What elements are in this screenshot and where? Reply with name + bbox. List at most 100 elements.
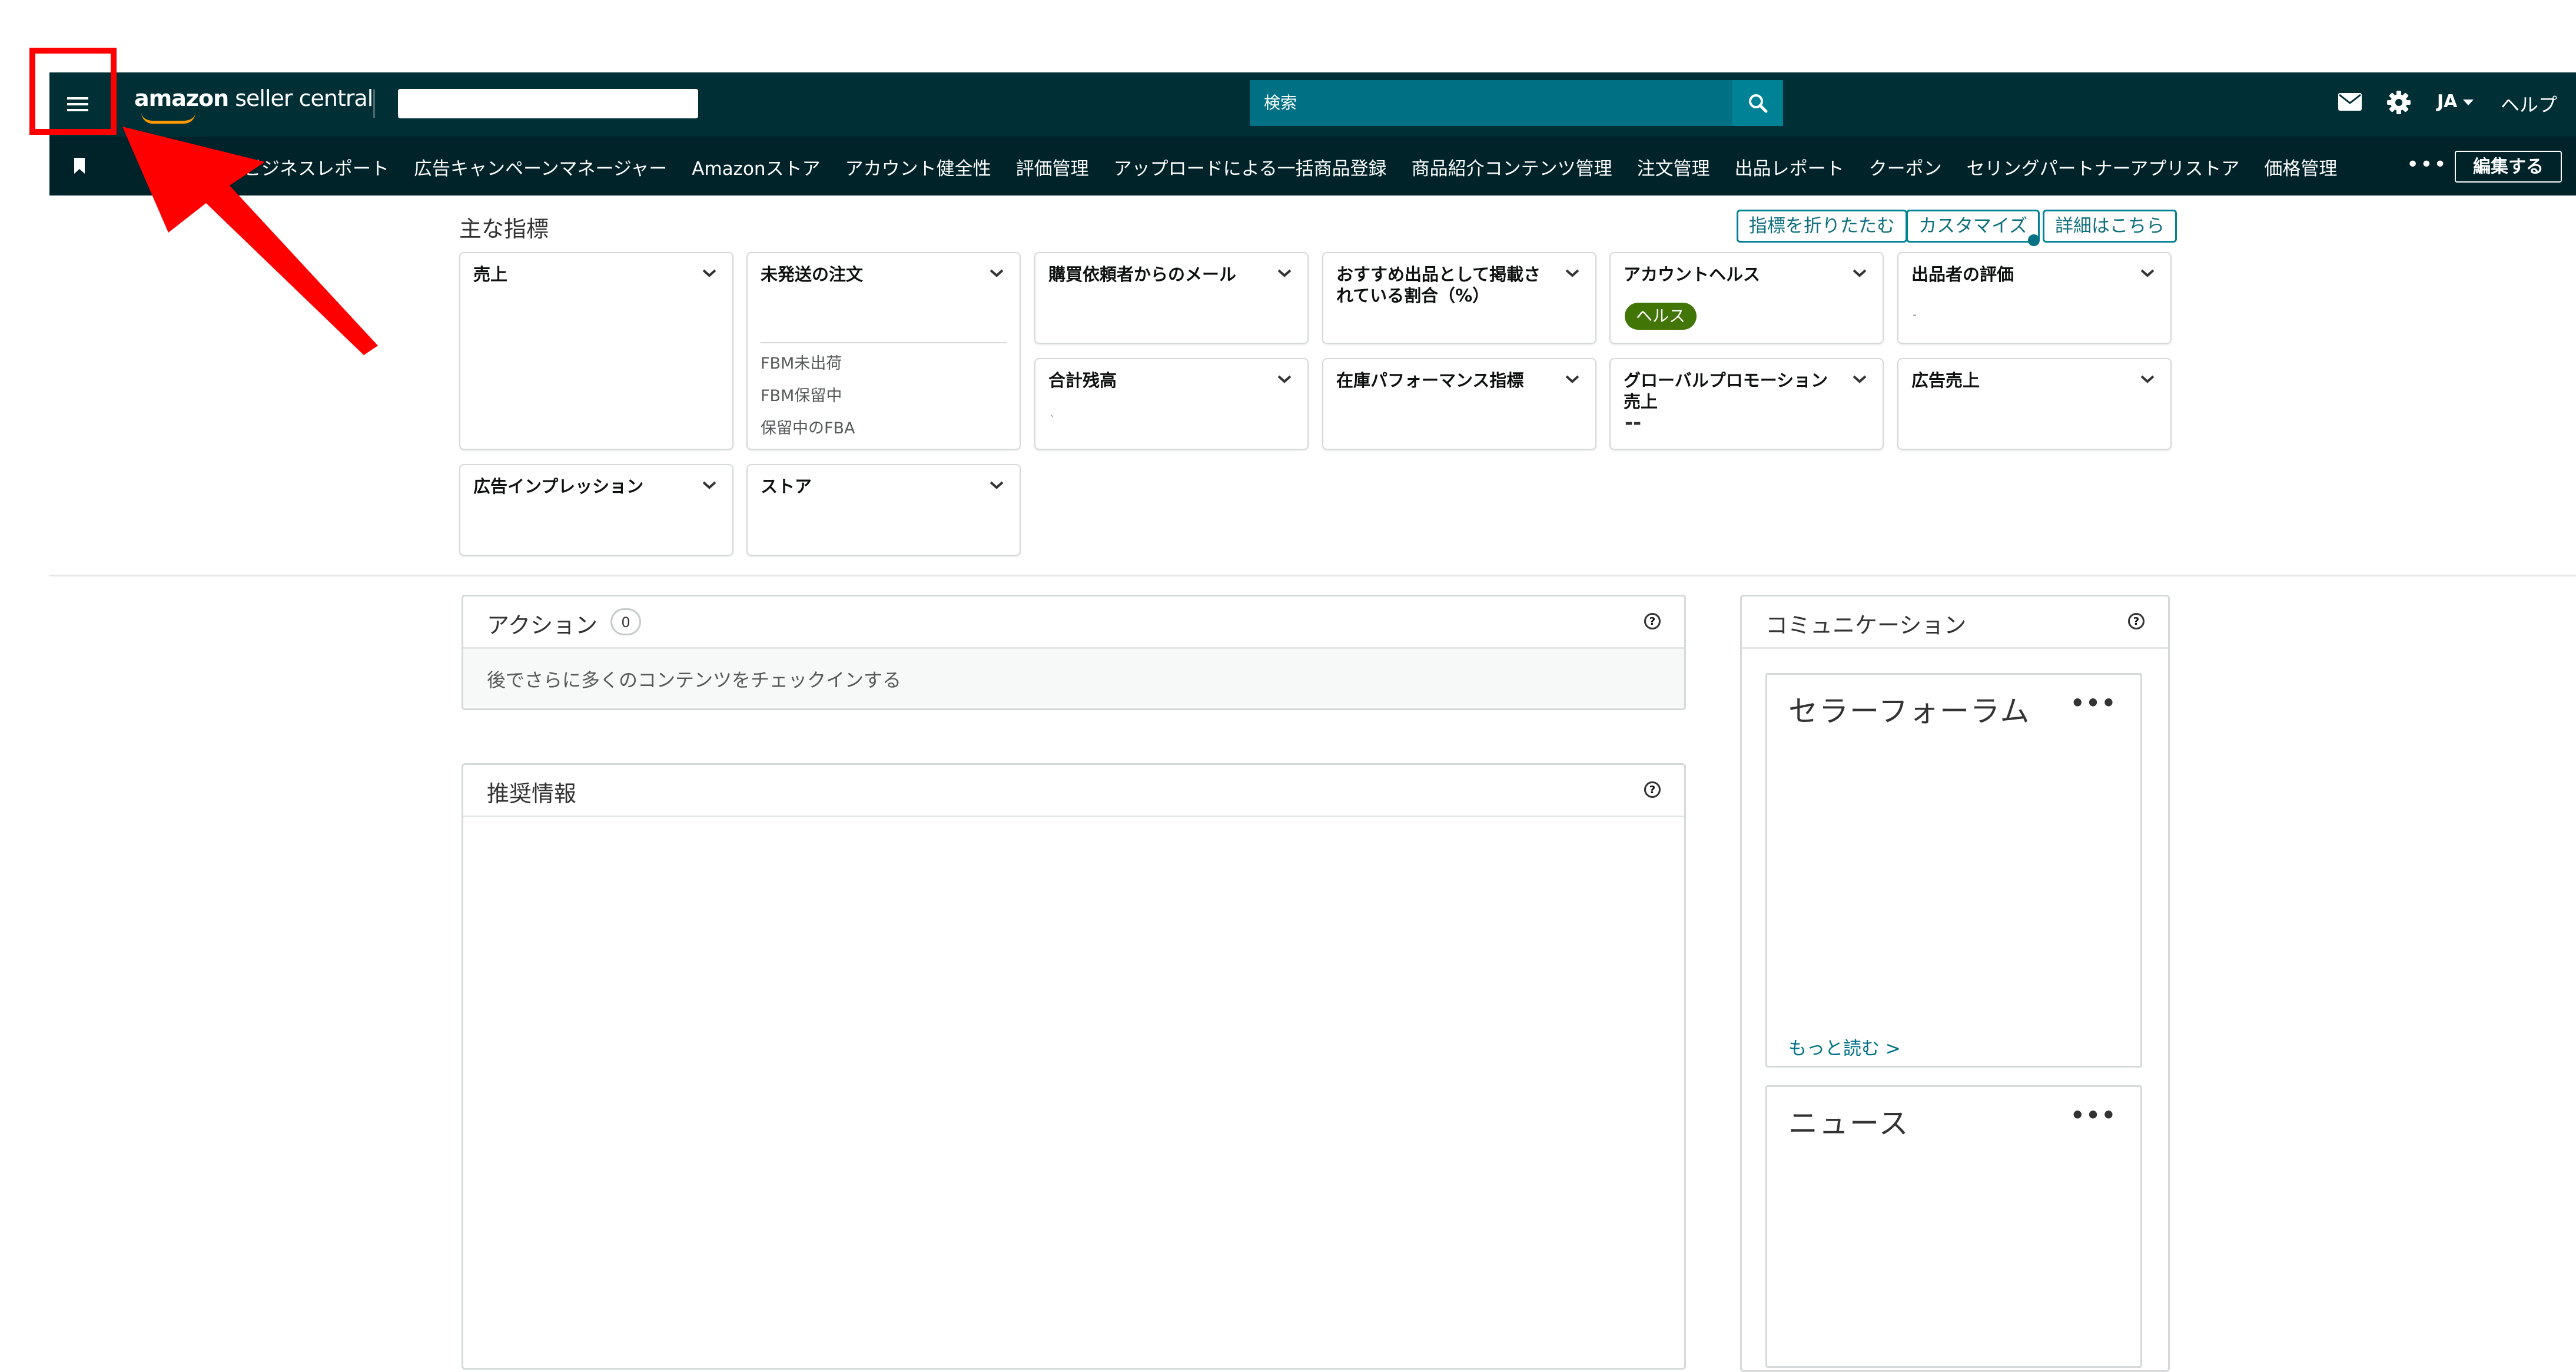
logo-divider — [373, 90, 375, 118]
more-nav-items-button[interactable]: ••• — [2406, 153, 2448, 177]
metric-card-seller-rating[interactable]: 出品者の評価 - — [1897, 252, 2172, 344]
nav-item-order-management[interactable]: 注文管理 — [1637, 154, 1710, 180]
language-label: JA — [2437, 91, 2458, 112]
actions-empty-state: 後でさらに多くのコンテンツをチェックインする — [463, 649, 1684, 707]
amazon-seller-central-logo[interactable]: amazon seller central — [134, 85, 373, 124]
metric-card-sales[interactable]: 売上 — [459, 252, 733, 450]
chevron-down-icon[interactable] — [1565, 269, 1580, 278]
actions-panel-header: アクション 0 ? — [463, 596, 1684, 649]
rating-value: - — [1913, 307, 1917, 322]
chevron-down-icon[interactable] — [1565, 375, 1580, 384]
metric-card-account-health[interactable]: アカウントヘルス ヘルス — [1609, 252, 1884, 344]
metric-title: 広告売上 — [1911, 370, 1980, 390]
search-input[interactable]: 検索 — [1250, 80, 1732, 126]
seller-forum-options-button[interactable]: ••• — [2070, 690, 2117, 716]
caret-down-icon — [2463, 99, 2474, 105]
communication-title: コミュニケーション — [1765, 612, 1967, 638]
key-metrics-title: 主な指標 — [459, 216, 549, 242]
amazon-smile-icon — [141, 112, 195, 124]
marketplace-selector[interactable] — [398, 89, 698, 118]
chevron-down-icon[interactable] — [989, 269, 1004, 278]
fba-pending-label: 保留中のFBA — [761, 419, 855, 438]
chevron-down-icon[interactable] — [2140, 269, 2155, 278]
gear-icon[interactable] — [2386, 90, 2411, 115]
metric-card-buyer-messages[interactable]: 購買依頼者からのメール — [1034, 252, 1309, 344]
metric-card-total-balance[interactable]: 合計残高 ` — [1034, 358, 1309, 450]
fbm-pending-label: FBM保留中 — [761, 387, 842, 405]
chevron-down-icon[interactable] — [1277, 269, 1292, 278]
nav-item-account-health[interactable]: アカウント健全性 — [845, 154, 991, 180]
chevron-down-icon[interactable] — [1852, 269, 1867, 278]
customize-button[interactable]: カスタマイズ — [1906, 210, 2040, 243]
seller-forum-card: セラーフォーラム ••• もっと読む > — [1765, 673, 2142, 1068]
seller-forum-title: セラーフォーラム — [1788, 694, 2031, 728]
communication-panel-header: コミュニケーション ? — [1742, 596, 2168, 649]
highlight-annotation-box — [29, 48, 117, 135]
read-more-link[interactable]: もっと読む > — [1788, 1033, 1901, 1060]
nav-item-feedback-manager[interactable]: 評価管理 — [1016, 154, 1089, 180]
help-icon[interactable]: ? — [1644, 613, 1661, 629]
search-button[interactable] — [1732, 80, 1783, 126]
news-options-button[interactable]: ••• — [2070, 1102, 2117, 1128]
nav-item-bulk-upload[interactable]: アップロードによる一括商品登録 — [1114, 154, 1387, 180]
notification-dot — [2028, 234, 2040, 246]
chevron-down-icon[interactable] — [702, 480, 717, 490]
metric-title: おすすめ出品として掲載されている割合（%） — [1336, 264, 1541, 306]
collapse-metrics-button[interactable]: 指標を折りたたむ — [1737, 210, 1907, 243]
section-divider — [49, 575, 2576, 576]
metric-title: ストア — [761, 476, 812, 496]
metric-card-global-promotion-sales[interactable]: グローバルプロモーション売上 -- — [1609, 358, 1884, 450]
health-status-badge: ヘルス — [1625, 303, 1697, 330]
nav-item-campaign-manager[interactable]: 広告キャンペーンマネージャー — [414, 154, 667, 180]
nav-item-pricing[interactable]: 価格管理 — [2264, 154, 2337, 180]
nav-item-a-plus-content[interactable]: 商品紹介コンテンツ管理 — [1412, 154, 1612, 180]
nav-item-coupons[interactable]: クーポン — [1869, 154, 1942, 180]
logo-rest-text: seller central — [228, 85, 373, 111]
metric-card-ad-impressions[interactable]: 広告インプレッション — [459, 464, 733, 556]
metric-card-unshipped-orders[interactable]: 未発送の注文 FBM未出荷 FBM保留中 保留中のFBA — [746, 252, 1021, 450]
card-divider — [761, 342, 1007, 343]
edit-bookmarks-button[interactable]: 編集する — [2455, 151, 2562, 183]
fbm-unshipped-label: FBM未出荷 — [761, 354, 842, 373]
help-link[interactable]: ヘルプ — [2501, 90, 2557, 117]
metric-title: 出品者の評価 — [1911, 264, 2014, 284]
balance-value: ` — [1050, 413, 1055, 427]
metric-card-featured-offer[interactable]: おすすめ出品として掲載されている割合（%） — [1322, 252, 1596, 344]
learn-more-button[interactable]: 詳細はこちら — [2043, 210, 2177, 243]
bookmark-nav-items: 理 ビジネスレポート 広告キャンペーンマネージャー Amazonストア アカウン… — [200, 154, 2362, 180]
chevron-down-icon[interactable] — [1852, 375, 1867, 384]
metric-title: 在庫パフォーマンス指標 — [1336, 370, 1524, 390]
recommendations-panel: 推奨情報 ? — [462, 763, 1686, 1370]
actions-empty-text: 後でさらに多くのコンテンツをチェックインする — [487, 669, 902, 691]
metric-title: 売上 — [473, 264, 508, 284]
chevron-down-icon[interactable] — [1277, 375, 1292, 384]
logo-main-text: amazon — [134, 85, 229, 111]
metric-card-inventory-performance[interactable]: 在庫パフォーマンス指標 — [1322, 358, 1596, 450]
news-card: ニュース ••• — [1765, 1085, 2142, 1368]
communication-panel: コミュニケーション ? セラーフォーラム ••• もっと読む > ニュース ••… — [1740, 595, 2170, 1372]
help-icon[interactable]: ? — [2128, 613, 2145, 629]
recommendations-title: 推奨情報 — [487, 781, 577, 807]
metric-title: 購買依頼者からのメール — [1048, 264, 1237, 284]
language-selector[interactable]: JA — [2437, 91, 2474, 112]
metric-card-ad-sales[interactable]: 広告売上 — [1897, 358, 2172, 450]
metric-title: 広告インプレッション — [473, 476, 644, 496]
nav-item-amazon-stores[interactable]: Amazonストア — [692, 154, 820, 180]
metric-title: 合計残高 — [1048, 370, 1117, 390]
metric-title: グローバルプロモーション売上 — [1624, 370, 1828, 412]
help-icon[interactable]: ? — [1644, 781, 1661, 798]
actions-count-badge: 0 — [610, 608, 641, 635]
bookmark-icon[interactable] — [73, 158, 86, 174]
chevron-down-icon[interactable] — [702, 269, 717, 278]
metric-card-store[interactable]: ストア — [746, 464, 1021, 556]
metric-title: アカウントヘルス — [1624, 264, 1761, 284]
nav-item-partner-appstore[interactable]: セリングパートナーアプリストア — [1967, 154, 2240, 180]
chevron-down-icon[interactable] — [989, 480, 1004, 490]
nav-item-inventory-reports[interactable]: 出品レポート — [1735, 154, 1844, 180]
news-title: ニュース — [1788, 1106, 1910, 1141]
chevron-down-icon[interactable] — [2140, 375, 2155, 384]
global-promotion-value: -- — [1625, 411, 1642, 435]
red-arrow-annotation — [122, 127, 378, 355]
mail-icon[interactable] — [2338, 93, 2362, 111]
metric-title: 未発送の注文 — [761, 264, 864, 284]
